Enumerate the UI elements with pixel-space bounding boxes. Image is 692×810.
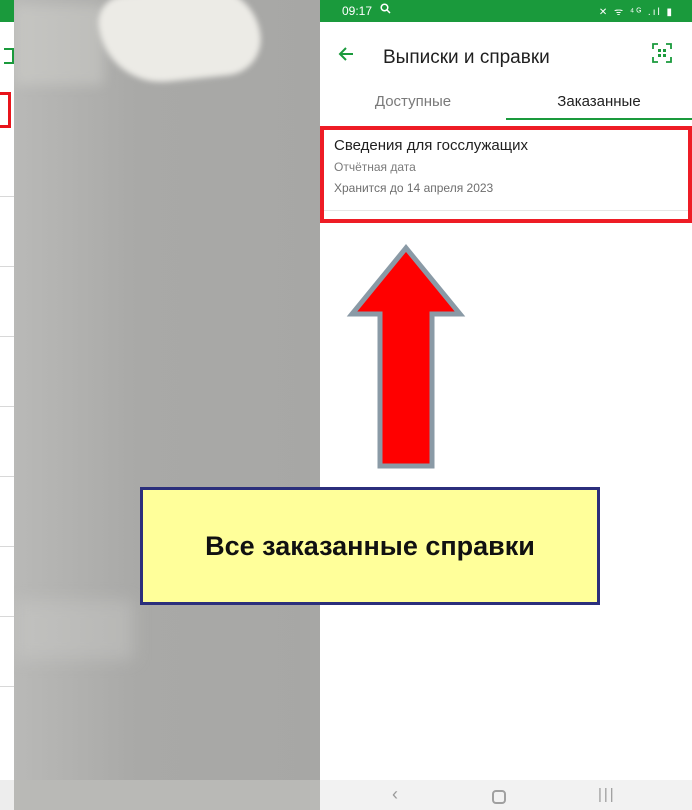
background-separator bbox=[0, 546, 14, 547]
nav-home-icon[interactable] bbox=[492, 790, 506, 804]
background-screenshot bbox=[0, 0, 320, 810]
background-separator bbox=[0, 336, 14, 337]
system-nav-bar: ‹ ||| bbox=[320, 780, 692, 810]
highlight-frame bbox=[320, 126, 692, 223]
status-time: 09:17 bbox=[342, 4, 373, 18]
background-highlight-fragment bbox=[0, 92, 11, 128]
search-icon bbox=[380, 3, 391, 17]
status-bar: 09:17 ✕ ᯤ ⁴ᴳ .ıl ▮ bbox=[320, 0, 692, 22]
background-separator bbox=[0, 686, 14, 687]
background-patch bbox=[14, 5, 104, 85]
background-separator bbox=[0, 406, 14, 407]
background-separator bbox=[0, 616, 14, 617]
arrow-left-icon[interactable] bbox=[338, 44, 354, 66]
background-bottom-bar bbox=[14, 780, 320, 810]
background-screen-edge bbox=[0, 0, 14, 810]
active-tab-indicator bbox=[506, 118, 692, 120]
qr-scan-icon[interactable] bbox=[652, 43, 672, 63]
callout-label: Все заказанные справки bbox=[140, 487, 600, 605]
tab-bar: Доступные Заказанные bbox=[320, 92, 692, 122]
arrow-up-icon bbox=[346, 244, 466, 469]
page-title: Выписки и справки bbox=[383, 47, 550, 68]
app-header: Выписки и справки bbox=[320, 22, 692, 92]
background-scan-icon bbox=[4, 48, 14, 64]
nav-back-icon[interactable]: ‹ bbox=[392, 784, 398, 805]
background-grey-area bbox=[14, 0, 320, 810]
status-icons: ✕ ᯤ ⁴ᴳ .ıl ▮ bbox=[598, 7, 674, 18]
background-patch bbox=[14, 600, 134, 660]
nav-recent-icon[interactable]: ||| bbox=[598, 786, 616, 803]
tab-available[interactable]: Доступные bbox=[320, 92, 506, 122]
background-separator bbox=[0, 266, 14, 267]
background-status-bar bbox=[0, 0, 14, 22]
background-separator bbox=[0, 476, 14, 477]
background-nav-bar bbox=[0, 780, 14, 810]
background-separator bbox=[0, 196, 14, 197]
